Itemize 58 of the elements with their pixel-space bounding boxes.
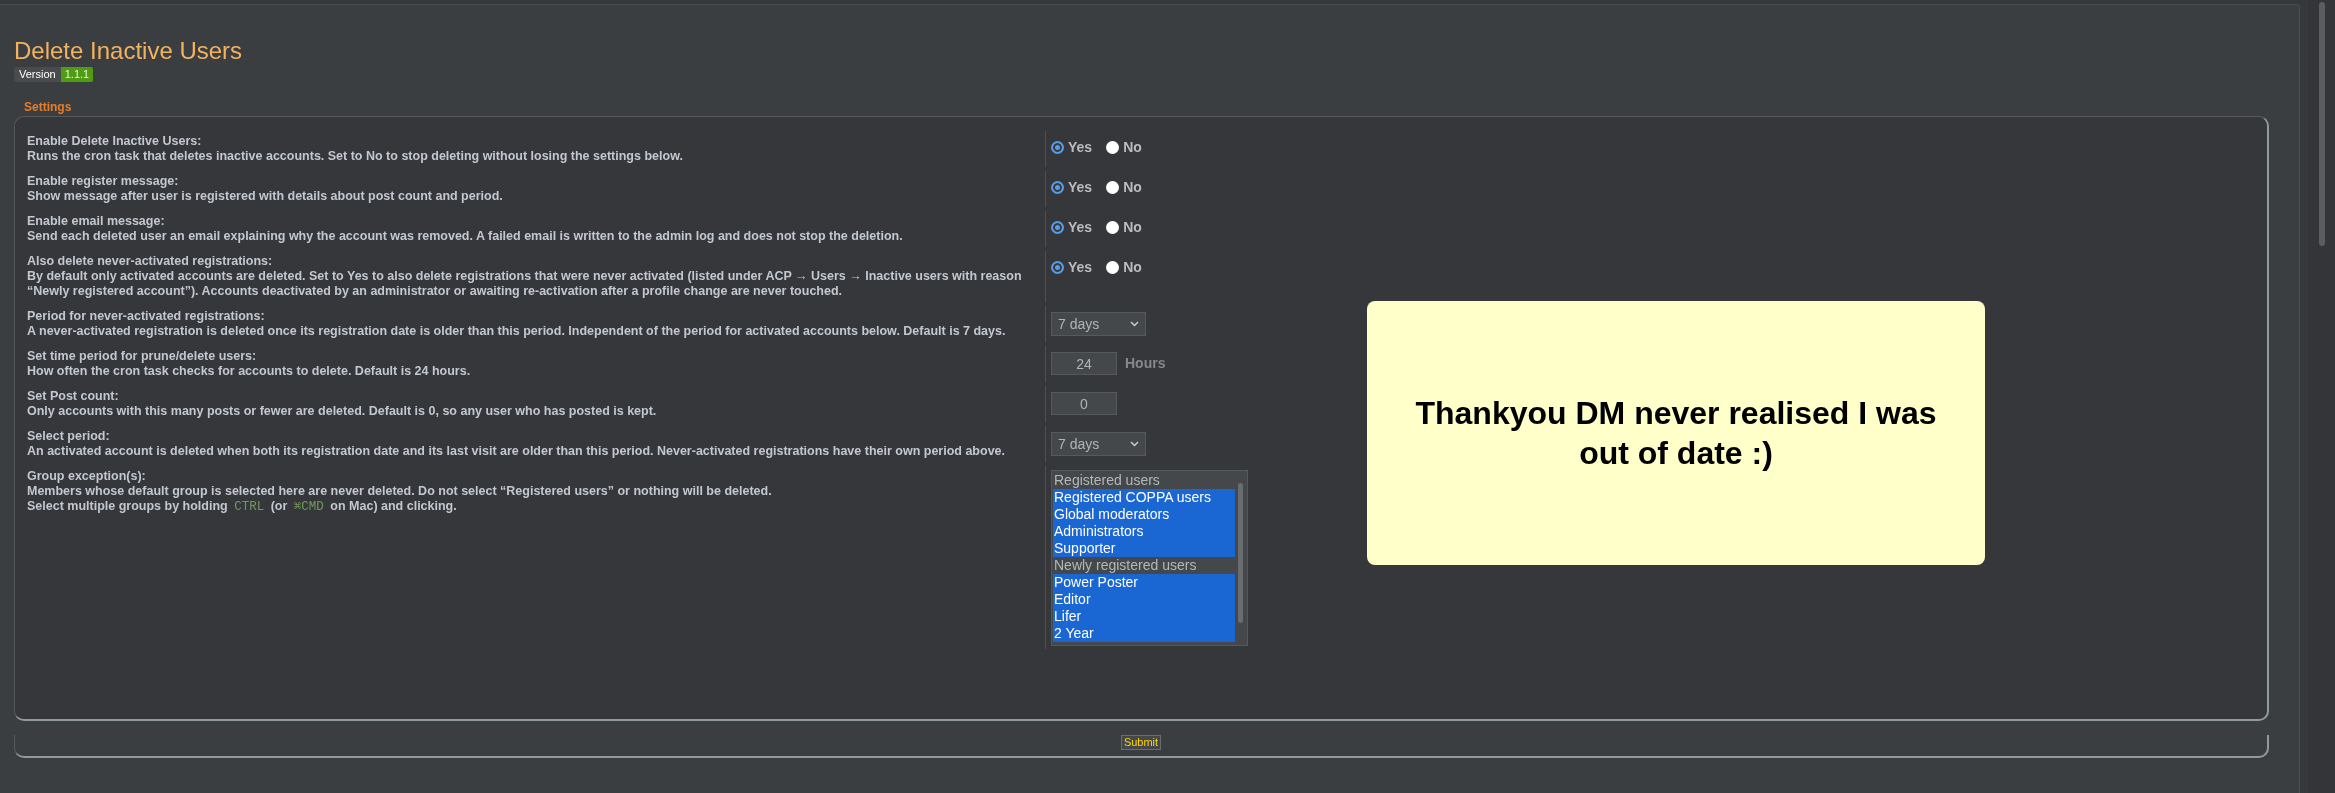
setting-label: Enable Delete Inactive Users: [27,134,203,149]
group-option[interactable]: 2 Year [1053,625,1235,642]
setting-description: An activated account is deleted when both its registration date and its last visit are older than this period. Never-activated registrations have their own period above. [27,444,1006,459]
group-option[interactable]: Registered COPPA users [1053,489,1235,506]
period-select[interactable]: 7 days [1051,432,1146,456]
radio-option[interactable]: Yes [1051,137,1093,158]
group-option[interactable]: Editor [1053,591,1235,608]
group-option[interactable]: Administrators [1053,523,1235,540]
setting-description: Show message after user is registered with details about post count and period. [27,189,504,204]
group-option[interactable]: Supporter [1053,540,1235,557]
setting-description: How often the cron task checks for accounts to delete. Default is 24 hours. [27,364,472,379]
radio-button[interactable] [1051,221,1064,234]
group-option[interactable]: Global moderators [1053,506,1235,523]
setting-label: Also delete never-activated registrations: [27,254,274,269]
radio-button[interactable] [1051,261,1064,274]
group-list[interactable]: Registered users Registered COPPA users Global moderators Administrators Supporter Newly registered users Power Poster Editor Lifer 2 Year [1051,470,1248,646]
settings-legend: Settings [24,100,72,114]
radio-option[interactable]: No [1106,217,1142,238]
version-label: Version [14,67,61,82]
radio-button[interactable] [1106,261,1120,274]
unit-label: Hours [1125,354,1166,373]
setting-description: Select multiple groups by holding CTRL (or ⌘CMD on Mac) and clicking. [27,499,458,515]
radio-option[interactable]: No [1106,137,1142,158]
number-field[interactable]: 24 [1051,352,1117,375]
radio-button[interactable] [1106,181,1120,194]
radio-option[interactable]: Yes [1051,217,1093,238]
number-field[interactable]: 0 [1051,392,1117,415]
group-option[interactable]: Lifer [1053,608,1235,625]
radio-option[interactable]: Yes [1051,177,1093,198]
radio-option[interactable]: No [1106,257,1142,278]
radio-button[interactable] [1106,221,1120,234]
setting-label: Period for never-activated registrations: [27,309,266,324]
setting-description: Members whose default group is selected here are never deleted. Do not select “Registered users” or nothing will be deleted. [27,484,773,499]
submit-button[interactable]: Submit [1120,735,1162,750]
setting-label: Set time period for prune/delete users: [27,349,258,364]
period-select[interactable]: 7 days [1051,312,1146,336]
group-option[interactable]: Power Poster [1053,574,1235,591]
radio-option[interactable]: Yes [1051,257,1093,278]
note-text: Thankyou DM never realised I was out of date :) [1414,394,1938,473]
setting-label: Set Post count: [27,389,120,404]
setting-description: Runs the cron task that deletes inactive accounts. Set to No to stop deleting without losing the settings below. [27,149,684,164]
setting-description: Only accounts with this many posts or fewer are deleted. Default is 0, so any user who has posted is kept. [27,404,658,419]
radio-button[interactable] [1051,181,1064,194]
chevron-down-icon [1130,441,1139,447]
setting-label: Group exception(s): [27,469,147,484]
scrollbar-thumb[interactable] [2318,2,2325,246]
setting-description: A never-activated registration is deleted once its registration date is older than this period. Independent of the period for activated accounts below. Default is 7 days. [27,324,1007,339]
radio-button[interactable] [1106,141,1120,154]
radio-option[interactable]: No [1106,177,1142,198]
setting-label: Select period: [27,429,111,444]
setting-label: Enable register message: [27,174,180,189]
setting-description: Send each deleted user an email explaining why the account was removed. A failed email is written to the admin log and does not stop the deletion. [27,229,904,244]
chevron-down-icon [1130,321,1139,327]
version-badge: 1.1.1 [60,67,94,82]
radio-button[interactable] [1051,141,1064,154]
setting-label: Enable email message: [27,214,166,229]
setting-description: By default only activated accounts are deleted. Set to Yes to also delete registrations that were never activated (listed under ACP → Users → Inactive users with reason “Newly registered account”). Accounts deactivated by an administrator or awaiting re-activation after a profile change are never touched. [27,269,1023,299]
page-title: Delete Inactive Users [14,37,243,65]
